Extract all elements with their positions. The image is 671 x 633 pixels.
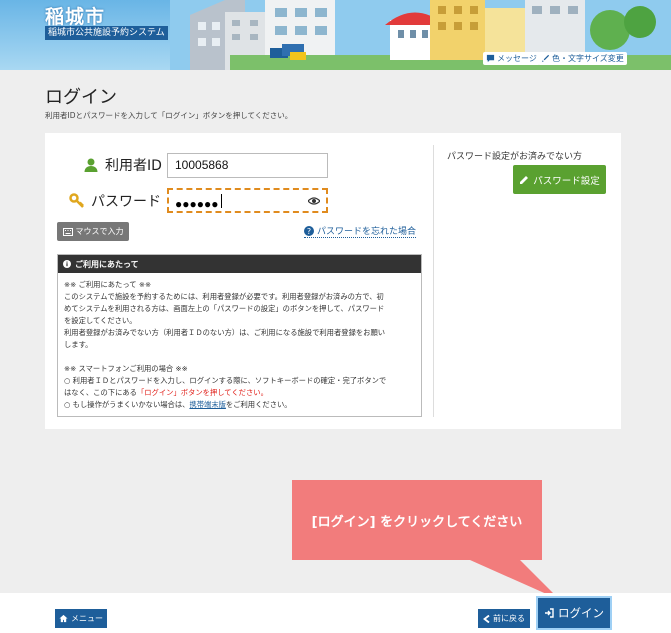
brush-icon <box>541 54 550 63</box>
info-circle-icon <box>63 260 71 268</box>
no-password-text: パスワード設定がお済みでない方 <box>447 152 583 162</box>
message-button[interactable]: メッセージ <box>483 52 540 65</box>
instruction-callout: [ログイン] をクリックしてください <box>292 480 542 560</box>
site-header: 稲城市 稲城市公共施設予約システム メッセージ 色・文字サイズ変更 <box>0 0 671 70</box>
site-subtitle: 稲城市公共施設予約システム <box>45 26 168 40</box>
sign-in-icon <box>545 608 554 618</box>
password-mask: ●●●●●● <box>175 197 219 211</box>
login-button-instruction: 「ログイン」ボタンを押してください。 <box>136 388 268 397</box>
user-icon <box>84 158 98 172</box>
login-card: 利用者ID 10005868 パスワード ●●●●●● マウスで入力 ? パスワ… <box>45 133 621 429</box>
chevron-left-icon <box>483 614 490 623</box>
text-caret <box>221 194 222 208</box>
user-id-label: 利用者ID <box>83 155 162 175</box>
question-circle-icon: ? <box>304 225 314 236</box>
notice-panel: ご利用にあたって ※※ ご利用にあたって ※※ このシステムで施設を予約するため… <box>57 254 422 417</box>
notice-body: ※※ ご利用にあたって ※※ このシステムで施設を予約するためには、利用者登録が… <box>64 280 387 409</box>
menu-button[interactable]: メニュー <box>55 609 107 628</box>
display-settings-button[interactable]: 色・文字サイズ変更 <box>538 52 627 65</box>
column-divider <box>433 145 434 417</box>
home-icon <box>59 614 68 623</box>
page-description: 利用者IDとパスワードを入力して「ログイン」ボタンを押してください。 <box>45 111 293 120</box>
site-title: 稲城市 <box>45 6 106 28</box>
keyboard-icon <box>62 227 73 236</box>
login-button[interactable]: ログイン <box>536 596 612 630</box>
eye-icon[interactable] <box>308 196 320 206</box>
svg-text:?: ? <box>307 227 311 236</box>
page-title: ログイン <box>45 87 117 108</box>
key-icon <box>69 193 84 208</box>
pencil-icon <box>520 175 529 184</box>
back-button[interactable]: 前に戻る <box>478 609 530 628</box>
forgot-password-link[interactable]: ? パスワードを忘れた場合 <box>304 224 417 238</box>
password-label: パスワード <box>69 191 161 211</box>
mouse-input-button[interactable]: マウスで入力 <box>57 222 129 241</box>
user-id-input[interactable]: 10005868 <box>167 153 328 178</box>
password-setting-button[interactable]: パスワード設定 <box>513 165 606 194</box>
mobile-version-link[interactable]: 携帯端末版 <box>189 400 225 409</box>
password-input[interactable]: ●●●●●● <box>167 188 328 213</box>
notice-heading: ご利用にあたって <box>58 255 421 273</box>
chat-bubble-icon <box>486 54 495 63</box>
